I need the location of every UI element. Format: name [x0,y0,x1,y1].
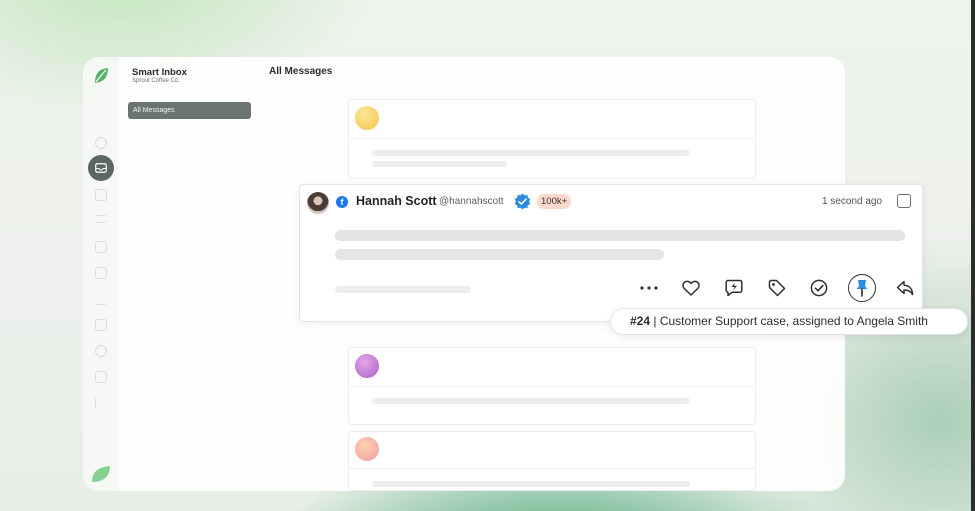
tag-button[interactable] [763,274,791,302]
avatar [355,106,379,130]
message-card[interactable] [348,431,756,491]
feeds-icon[interactable] [95,215,107,223]
reports-icon[interactable] [95,293,107,305]
placeholder-line [372,398,690,404]
verified-badge-icon [514,193,531,210]
case-tooltip: #24 | Customer Support case, assigned to… [610,308,968,335]
timestamp: 1 second ago [822,196,883,207]
like-button[interactable] [677,274,705,302]
facebook-icon: f [336,196,348,208]
page-title: All Messages [269,66,333,77]
campaigns-icon[interactable] [95,397,107,409]
tasks-icon[interactable] [95,189,107,201]
placeholder-line [372,161,507,167]
card-divider [349,386,755,387]
select-checkbox[interactable] [897,194,911,208]
quick-reply-button[interactable] [720,274,748,302]
card-divider [349,138,755,139]
message-card[interactable] [348,347,756,425]
inbox-icon[interactable] [88,155,114,181]
placeholder-line [372,150,690,156]
message-text-placeholder [335,249,664,260]
message-card-expanded[interactable]: f Hannah Scott @hannahscott 100k+ 1 seco… [299,184,923,322]
author-name[interactable]: Hannah Scott [356,194,437,208]
discovery-icon[interactable] [95,345,107,357]
brand-title: Smart Inbox [132,67,187,78]
case-text: | Customer Support case, assigned to Ang… [650,314,928,328]
sprout-leaf-icon[interactable] [91,465,111,483]
publish-icon[interactable] [95,241,107,253]
brand-subtitle: Sprout Coffee Co. [132,78,180,84]
message-meta-placeholder [335,286,471,293]
pin-icon [856,280,868,297]
more-icon [640,286,658,290]
case-number: #24 [630,314,651,328]
complete-button[interactable] [805,274,833,302]
avatar [355,354,379,378]
complete-icon [810,279,828,297]
sprout-logo-icon[interactable] [93,67,109,85]
quick-reply-icon [725,279,743,297]
more-button[interactable] [635,274,663,302]
message-card[interactable] [348,99,756,179]
followers-badge: 100k+ [537,194,572,209]
compose-icon[interactable] [95,137,107,149]
icon-rail [83,57,119,491]
author-handle: @hannahscott [439,196,504,207]
reviews-icon[interactable] [95,371,107,383]
window-edge [971,0,975,511]
placeholder-line [372,481,690,487]
pin-button[interactable] [848,274,876,302]
author-avatar[interactable] [307,192,329,214]
reply-icon [896,280,914,296]
avatar [355,437,379,461]
message-text-placeholder [335,230,905,241]
card-divider [349,468,755,469]
sidebar: Smart Inbox Sprout Coffee Co. All Messag… [119,57,259,491]
people-icon[interactable] [95,267,107,279]
listening-icon[interactable] [95,319,107,331]
reply-button[interactable] [891,274,919,302]
like-icon [682,280,700,296]
tag-icon [768,279,786,297]
sidebar-item-all-messages[interactable]: All Messages [128,102,251,119]
